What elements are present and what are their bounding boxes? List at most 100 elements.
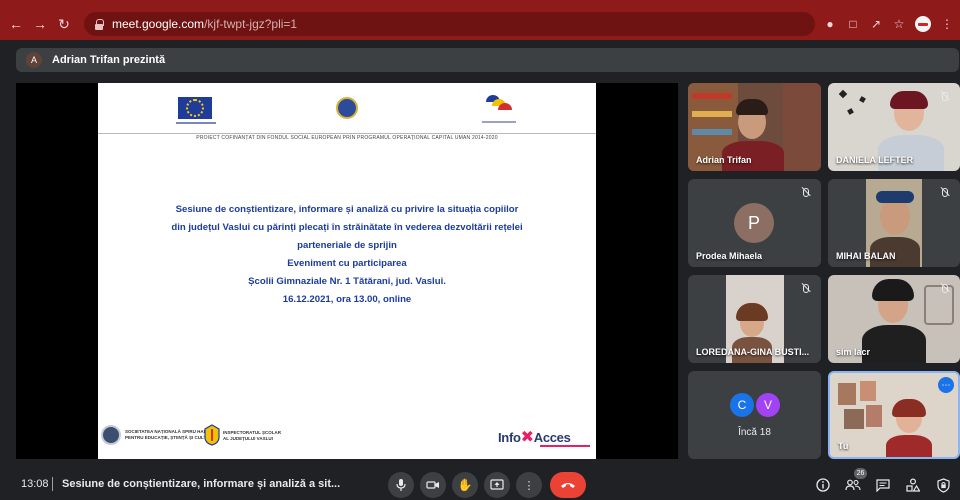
isj-vaslui-caption: INSPECTORATUL ȘCOLAR AL JUDEȚULUI VASLUI	[223, 430, 282, 441]
share-icon[interactable]: ↗	[869, 17, 883, 31]
browser-menu-icon[interactable]: ⋮	[940, 17, 954, 31]
muted-mic-icon	[799, 185, 813, 199]
participant-name: Prodea Mihaela	[696, 251, 763, 261]
url-path: /kjf-twpt-jgz?pli=1	[204, 17, 298, 31]
eu-logo-caption	[176, 122, 216, 124]
participant-name: MIHAI BALAN	[836, 251, 896, 261]
funding-statement: PROIECT COFINANȚAT DIN FONDUL SOCIAL EUR…	[98, 133, 596, 141]
slide-title: Sesiune de conștientizare, informare și …	[108, 201, 586, 309]
structural-funds-caption	[482, 121, 516, 123]
present-screen-button[interactable]	[484, 472, 510, 498]
wall-decoration	[847, 108, 854, 115]
presenter-avatar: A	[26, 52, 42, 68]
camera-icon[interactable]: ●	[823, 17, 837, 31]
meeting-clock: 13:08	[21, 478, 49, 490]
raise-hand-button[interactable]: ✋	[452, 472, 478, 498]
forward-arrow-icon[interactable]: →	[30, 14, 50, 34]
slide-title-line: din județul Vaslui cu părinți plecați în…	[171, 222, 523, 233]
slide-title-line: Școlii Gimnaziale Nr. 1 Tătărani, jud. V…	[248, 276, 446, 287]
book-row	[692, 129, 732, 135]
browser-toolbar: ← → ↻ meet.google.com/kjf-twpt-jgz?pli=1…	[0, 8, 960, 40]
slide-title-line: 16.12.2021, ora 13.00, online	[282, 294, 412, 305]
slide-footer-logos: SOCIETATEA NAȚIONALĂ SPIRU HARET PENTRU …	[98, 421, 596, 451]
book-row	[692, 93, 732, 99]
participant-tile[interactable]: MIHAI BALAN	[828, 179, 960, 267]
profile-avatar-icon[interactable]	[915, 16, 931, 32]
participant-hair	[872, 279, 914, 301]
wall-picture	[838, 383, 856, 405]
people-glyph	[845, 479, 861, 491]
eu-flag-logo	[178, 97, 212, 119]
participant-tile[interactable]: LOREDANA-GINA BUSTI...	[688, 275, 821, 363]
self-view-tile[interactable]: ⋯ Tu	[828, 371, 960, 459]
wall-picture	[860, 381, 876, 401]
infoacces-tagline	[540, 445, 590, 447]
spiru-haret-caption: SOCIETATEA NAȚIONALĂ SPIRU HARET PENTRU …	[125, 429, 216, 440]
bottom-bar-divider	[52, 477, 53, 491]
present-screen-icon	[490, 479, 504, 490]
slide-logos-header: PROIECT COFINANȚAT DIN FONDUL SOCIAL EUR…	[98, 83, 596, 141]
meeting-title: Sesiune de conștientizare, informare și …	[62, 478, 341, 490]
participant-tile[interactable]: DANIELA LEFTER	[828, 83, 960, 171]
url-host: meet.google.com	[112, 17, 205, 31]
infoacces-logo-info: Info	[498, 430, 521, 445]
wall-decoration	[838, 89, 848, 99]
participant-tile[interactable]: sim lacr	[828, 275, 960, 363]
browser-top-strip	[0, 0, 960, 8]
tile-options-icon[interactable]: ⋯	[938, 377, 954, 393]
participant-name: Adrian Trifan	[696, 155, 752, 165]
participant-tile[interactable]: Adrian Trifan	[688, 83, 821, 171]
microphone-icon	[396, 479, 406, 491]
participant-hair	[890, 91, 928, 109]
leave-call-button[interactable]	[550, 472, 586, 498]
muted-mic-icon	[938, 89, 952, 103]
back-arrow-icon[interactable]: ←	[6, 14, 26, 34]
muted-mic-icon	[938, 281, 952, 295]
more-options-button[interactable]: ⋮	[516, 472, 542, 498]
participant-name: LOREDANA-GINA BUSTI...	[696, 347, 810, 357]
participant-avatar: V	[756, 393, 780, 417]
video-camera-icon	[426, 481, 439, 489]
participant-body	[862, 325, 926, 363]
participant-avatar: C	[730, 393, 754, 417]
shield-lock-glyph	[936, 477, 950, 493]
host-controls-icon[interactable]	[934, 476, 952, 494]
chat-icon[interactable]	[874, 476, 892, 494]
participant-name: sim lacr	[836, 347, 871, 357]
spiru-haret-seal-logo	[101, 425, 121, 445]
participant-hair	[736, 99, 768, 115]
participant-tile[interactable]: P Prodea Mihaela	[688, 179, 821, 267]
participant-name: Tu	[838, 441, 849, 451]
participant-name: DANIELA LEFTER	[836, 155, 914, 165]
translate-icon[interactable]: □	[846, 17, 860, 31]
lock-icon	[94, 18, 104, 30]
participant-avatar: P	[734, 203, 774, 243]
activities-icon[interactable]	[904, 476, 922, 494]
bookshelf-right	[783, 83, 821, 171]
isj-vaslui-crest-logo	[204, 424, 220, 446]
presenting-text: Adrian Trifan prezintă	[52, 54, 166, 66]
people-icon[interactable]	[844, 476, 862, 494]
info-circle-glyph	[816, 478, 830, 492]
participant-hair	[892, 399, 926, 417]
presenting-banner: A Adrian Trifan prezintă	[16, 48, 959, 72]
book-row	[692, 111, 732, 117]
address-bar[interactable]: meet.google.com/kjf-twpt-jgz?pli=1	[84, 12, 815, 36]
microphone-button[interactable]	[388, 472, 414, 498]
meeting-info-icon[interactable]	[814, 476, 832, 494]
infoacces-figure-icon: ✖	[520, 429, 534, 446]
wall-picture	[844, 409, 864, 429]
romania-government-crest-logo	[336, 97, 358, 119]
shared-slide: PROIECT COFINANȚAT DIN FONDUL SOCIAL EUR…	[98, 83, 596, 459]
camera-button[interactable]	[420, 472, 446, 498]
wall-picture	[866, 405, 882, 427]
more-participants-tile[interactable]: C V Încă 18	[688, 371, 821, 459]
participant-hair	[736, 303, 768, 321]
muted-mic-icon	[799, 281, 813, 295]
participant-cap	[876, 191, 914, 203]
participant-body	[878, 135, 944, 171]
infoacces-logo-acces: Acces	[533, 430, 571, 445]
more-vertical-icon: ⋮	[523, 479, 535, 492]
reload-icon[interactable]: ↻	[54, 14, 74, 34]
bookmark-star-icon[interactable]: ☆	[892, 17, 906, 31]
